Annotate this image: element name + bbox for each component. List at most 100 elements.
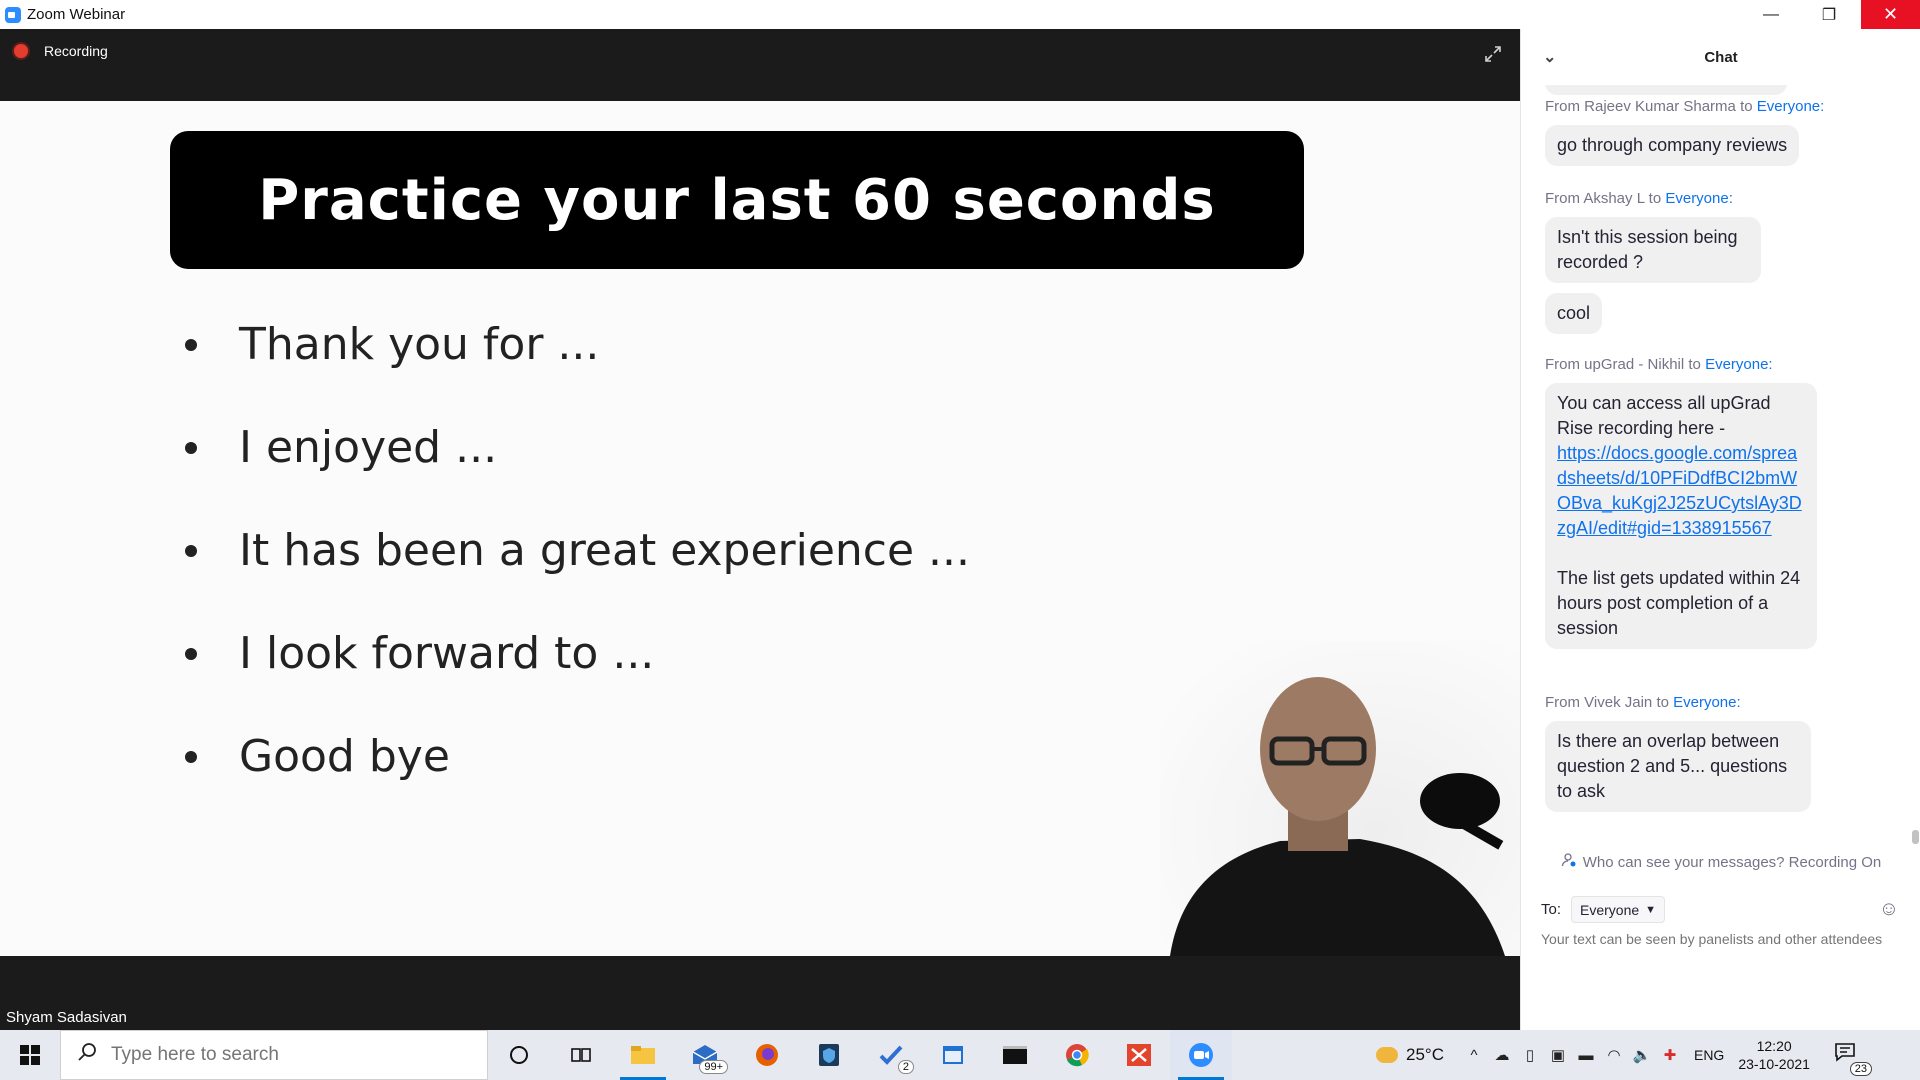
search-input[interactable] [111, 1044, 471, 1066]
title-bar: Zoom Webinar — ❐ ✕ [0, 0, 1920, 29]
volume-icon[interactable]: 🔈 [1628, 1046, 1656, 1064]
taskbar-search[interactable] [60, 1030, 488, 1080]
privacy-note[interactable]: Who can see your messages? Recording On [1521, 852, 1920, 872]
chat-bubble [1545, 85, 1787, 95]
zoom-taskbar-icon[interactable] [1170, 1030, 1232, 1080]
chat-header: ⌄ Chat [1521, 29, 1920, 85]
shared-slide: Practice your last 60 seconds Thank you … [0, 101, 1520, 956]
chat-sender: From upGrad - Nikhil [1545, 356, 1685, 373]
chat-bubble: Isn't this session being recorded ? [1545, 217, 1761, 283]
video-bottom-strip [0, 956, 1520, 1030]
chat-bubble: cool [1545, 293, 1603, 334]
slide-title: Practice your last 60 seconds [258, 167, 1216, 233]
device-icon[interactable]: ▯ [1516, 1046, 1544, 1064]
slide-bullet: Good bye [185, 705, 970, 808]
bullet-dot-icon [185, 647, 197, 660]
slide-bullet-text: I look forward to ... [239, 628, 655, 679]
terminal-icon[interactable] [984, 1030, 1046, 1080]
chat-sender: From Rajeev Kumar Sharma [1545, 98, 1736, 115]
cortana-icon[interactable] [488, 1030, 550, 1080]
chat-message-group: From upGrad - Nikhil to Everyone: You ca… [1545, 353, 1817, 653]
emoji-icon[interactable]: ☺ [1877, 897, 1901, 921]
file-explorer-icon[interactable] [612, 1030, 674, 1080]
weather-icon [1376, 1047, 1398, 1063]
clock-date: 23-10-2021 [1738, 1056, 1810, 1072]
restore-button[interactable]: ❐ [1806, 0, 1852, 29]
slide-bullet-text: Thank you for ... [239, 319, 600, 370]
chat-bubble: Is there an overlap between question 2 a… [1545, 721, 1811, 812]
firefox-icon[interactable] [736, 1030, 798, 1080]
slide-bullet: Thank you for ... [185, 293, 970, 396]
calendar-icon[interactable] [922, 1030, 984, 1080]
chevron-up-icon[interactable]: ^ [1460, 1047, 1488, 1064]
chevron-down-icon: ▼ [1645, 903, 1657, 916]
camera-icon[interactable]: ▣ [1544, 1046, 1572, 1064]
chat-input[interactable] [1541, 929, 1901, 989]
bullet-dot-icon [185, 544, 197, 557]
chat-panel: ⌄ Chat From Rajeev Kumar Sharma to Every… [1520, 29, 1920, 1030]
chrome-icon[interactable] [1046, 1030, 1108, 1080]
recording-sheet-link[interactable]: https://docs.google.com/spreadsheets/d/1… [1557, 443, 1802, 538]
start-button[interactable] [0, 1030, 60, 1080]
mail-icon[interactable]: 99+ [674, 1030, 736, 1080]
todo-icon[interactable]: 2 [860, 1030, 922, 1080]
bullet-dot-icon [185, 441, 197, 454]
system-tray: 25°C ^ ☁ ▯ ▣ ▬ ◠ 🔈 ✚ ENG 12:20 23-10-202… [1376, 1030, 1872, 1080]
slide-bullet-text: It has been a great experience ... [239, 525, 971, 576]
chat-bubble-text: The list gets updated within 24 hours po… [1557, 568, 1801, 638]
recording-label: Recording [44, 43, 108, 59]
fullscreen-icon[interactable] [1482, 43, 1504, 65]
chat-scrollbar-thumb[interactable] [1912, 830, 1919, 844]
recipient-value: Everyone [1580, 901, 1640, 918]
office-app-icon[interactable] [1108, 1030, 1170, 1080]
wifi-icon[interactable]: ◠ [1600, 1046, 1628, 1064]
chat-message-group: From Vivek Jain to Everyone: Is there an… [1545, 691, 1811, 816]
video-area: Recording Practice your last 60 seconds … [0, 29, 1520, 1030]
task-view-icon[interactable] [550, 1030, 612, 1080]
chat-bubble: go through company reviews [1545, 125, 1800, 166]
chat-recipient: Everyone: [1705, 356, 1773, 373]
speaker-name-tag: Shyam Sadasivan [0, 1006, 133, 1030]
chat-message-list[interactable]: From Rajeev Kumar Sharma to Everyone: go… [1521, 85, 1920, 847]
close-button[interactable]: ✕ [1861, 0, 1920, 29]
recipient-row: To: Everyone ▼ [1541, 896, 1666, 923]
slide-bullet: It has been a great experience ... [185, 499, 970, 602]
chat-recipient: Everyone: [1665, 190, 1733, 207]
zoom-app-icon [5, 6, 21, 23]
recipient-dropdown[interactable]: Everyone ▼ [1571, 896, 1666, 923]
chat-sender-line: From upGrad - Nikhil to Everyone: [1545, 353, 1817, 377]
battery-icon[interactable]: ▬ [1572, 1047, 1600, 1064]
language-indicator[interactable]: ENG [1694, 1047, 1724, 1063]
chat-recipient: Everyone: [1673, 694, 1741, 711]
onedrive-icon[interactable]: ☁ [1488, 1046, 1516, 1064]
chat-bubble: You can access all upGrad Rise recording… [1545, 383, 1817, 649]
chevron-down-icon[interactable]: ⌄ [1543, 47, 1556, 67]
minimize-button[interactable]: — [1748, 0, 1794, 29]
slide-bullet-text: Good bye [239, 731, 450, 782]
defender-icon[interactable] [798, 1030, 860, 1080]
chat-recipient: Everyone: [1756, 98, 1825, 115]
privacy-note-text: Who can see your messages? Recording On [1582, 853, 1882, 871]
people-icon [1561, 852, 1577, 872]
weather-widget[interactable]: 25°C [1376, 1045, 1444, 1065]
chat-to-word: to [1740, 98, 1753, 115]
slide-bullet-text: I enjoyed ... [239, 422, 498, 473]
recording-indicator[interactable]: Recording [14, 43, 108, 59]
chat-sender-line: From Rajeev Kumar Sharma to Everyone: [1545, 95, 1824, 119]
temperature: 25°C [1406, 1045, 1444, 1064]
windows-logo-icon [20, 1045, 40, 1065]
bullet-dot-icon [185, 338, 197, 351]
chat-sender-line: From Vivek Jain to Everyone: [1545, 691, 1811, 715]
chat-message-group: From Rajeev Kumar Sharma to Everyone: go… [1545, 95, 1824, 170]
video-top-strip: Recording [0, 29, 1520, 101]
notification-center-icon[interactable]: 23 [1834, 1042, 1872, 1076]
chat-to-word: to [1688, 356, 1701, 373]
clock[interactable]: 12:20 23-10-2021 [1738, 1037, 1810, 1073]
mail-badge: 99+ [699, 1060, 728, 1074]
presenter-video [1160, 641, 1520, 956]
chat-sender: From Vivek Jain [1545, 694, 1653, 711]
clock-time: 12:20 [1756, 1038, 1792, 1054]
chat-message-group: From Akshay L to Everyone: Isn't this se… [1545, 187, 1761, 338]
taskbar: 99+ 2 25°C ^ ☁ ▯ ▣ ▬ ◠ 🔈 ✚ ENG [0, 1030, 1920, 1080]
security-app-icon[interactable]: ✚ [1656, 1046, 1684, 1064]
